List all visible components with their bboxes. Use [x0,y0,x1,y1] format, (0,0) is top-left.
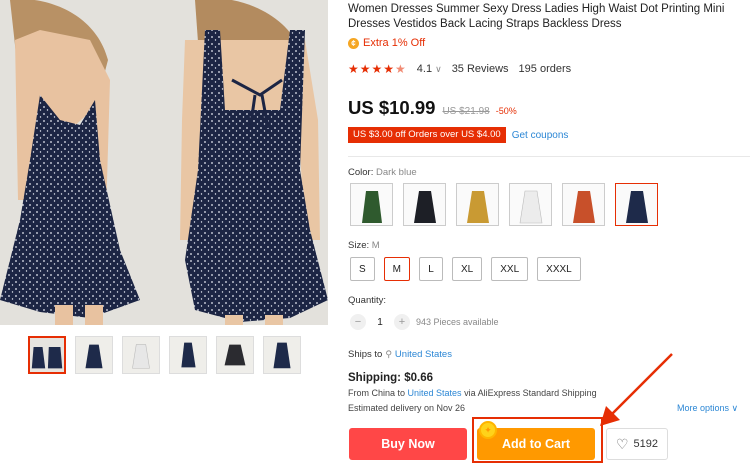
shipping-destination[interactable]: United States [408,388,462,398]
heart-icon: ♡ [615,435,629,452]
chevron-down-icon[interactable]: ∨ [435,64,442,75]
extra-offer[interactable]: ¢ Extra 1% Off [348,37,425,49]
size-option-l[interactable]: L [419,257,444,281]
coin-badge-icon: ✦ [479,421,497,439]
size-option-xxxl[interactable]: XXXL [537,257,581,281]
thumbnail-6-image [264,337,300,373]
size-option-s[interactable]: S [350,257,375,281]
get-coupons-link[interactable]: Get coupons [512,130,569,141]
product-title: Women Dresses Summer Sexy Dress Ladies H… [348,3,725,30]
thumbnail-6[interactable] [263,336,301,374]
thumbnail-3[interactable] [122,336,160,374]
thumbnail-1-image [30,338,64,372]
reviews-link[interactable]: 35 Reviews [452,63,509,75]
product-info-panel: Women Dresses Summer Sexy Dress Ladies H… [348,0,750,464]
thumbnail-5[interactable] [216,336,254,374]
size-options: S M L XL XXL XXXL [350,257,581,281]
star-rating-icon[interactable]: ★★★★★ [348,62,407,76]
quantity-label: Quantity: [348,295,387,306]
quantity-stepper: − 1 + 943 Pieces available [350,314,499,330]
shipping-method: via AliExpress Standard Shipping [461,388,597,398]
rating-score[interactable]: 4.1 [417,63,432,75]
product-photo-illustration [0,0,328,325]
ships-to-row: Ships to ⚲ United States [348,349,452,360]
wishlist-count: 5192 [633,438,659,450]
color-swatches [350,183,658,226]
ships-to-country[interactable]: United States [395,349,452,360]
original-price: US $21.98 [442,106,490,117]
quantity-increase-button[interactable]: + [394,314,410,330]
color-value: Dark blue [375,167,417,178]
color-swatch-mustard[interactable] [456,183,499,226]
color-label: Color: Dark blue [348,167,417,178]
current-price: US $10.99 [348,97,436,118]
wishlist-button[interactable]: ♡ 5192 [606,428,668,460]
more-options-link[interactable]: More options ∨ [677,403,738,414]
divider [348,156,750,157]
coupon-row: US $3.00 off Orders over US $4.00 Get co… [348,127,568,143]
thumbnail-4-image [170,337,206,373]
discount-badge: -50% [495,106,517,116]
quantity-input[interactable]: 1 [366,317,394,328]
main-product-image[interactable] [0,0,328,325]
thumbnail-2-image [76,337,112,373]
orders-count: 195 orders [518,63,572,75]
swatch-white-image [519,190,542,224]
color-swatch-white[interactable] [509,183,552,226]
size-option-m[interactable]: M [383,257,411,281]
size-option-xxl[interactable]: XXL [491,257,529,281]
shipping-cost: Shipping: $0.66 [348,372,433,384]
shipping-from-prefix: From China to [348,388,408,398]
swatch-orange-image [572,191,595,223]
coupon-tag: US $3.00 off Orders over US $4.00 [348,127,506,143]
size-value: M [371,240,380,251]
quantity-decrease-button[interactable]: − [350,314,366,330]
swatch-black-image [413,191,436,223]
swatch-mustard-image [466,191,489,223]
coin-icon: ¢ [348,37,359,49]
color-swatch-green[interactable] [350,183,393,226]
extra-offer-text: Extra 1% Off [363,37,426,49]
pieces-available: 943 Pieces available [416,317,499,327]
color-swatch-black[interactable] [403,183,446,226]
shipping-route: From China to United States via AliExpre… [348,388,597,398]
price-row: US $10.99 US $21.98 -50% [348,97,517,119]
thumbnail-3-image [123,337,159,373]
annotation-arrow-icon [600,353,673,426]
swatch-dark-blue-image [625,191,648,223]
thumbnail-2[interactable] [75,336,113,374]
size-label-text: Size: [348,240,370,251]
swatch-green-image [361,191,382,223]
thumbnail-1[interactable] [28,336,66,374]
rating-row: ★★★★★ 4.1 ∨ 35 Reviews 195 orders [348,62,571,76]
size-option-xl[interactable]: XL [452,257,483,281]
color-label-text: Color: [348,167,374,178]
color-swatch-orange[interactable] [562,183,605,226]
color-swatch-dark-blue[interactable] [615,183,658,226]
buy-now-button[interactable]: Buy Now [349,428,467,460]
thumbnail-5-image [217,337,253,373]
thumbnail-strip [28,336,301,374]
size-label: Size: M [348,240,380,251]
ships-to-label: Ships to [348,349,383,360]
thumbnail-4[interactable] [169,336,207,374]
estimated-delivery: Estimated delivery on Nov 26 [348,403,466,413]
location-pin-icon: ⚲ [385,349,392,359]
